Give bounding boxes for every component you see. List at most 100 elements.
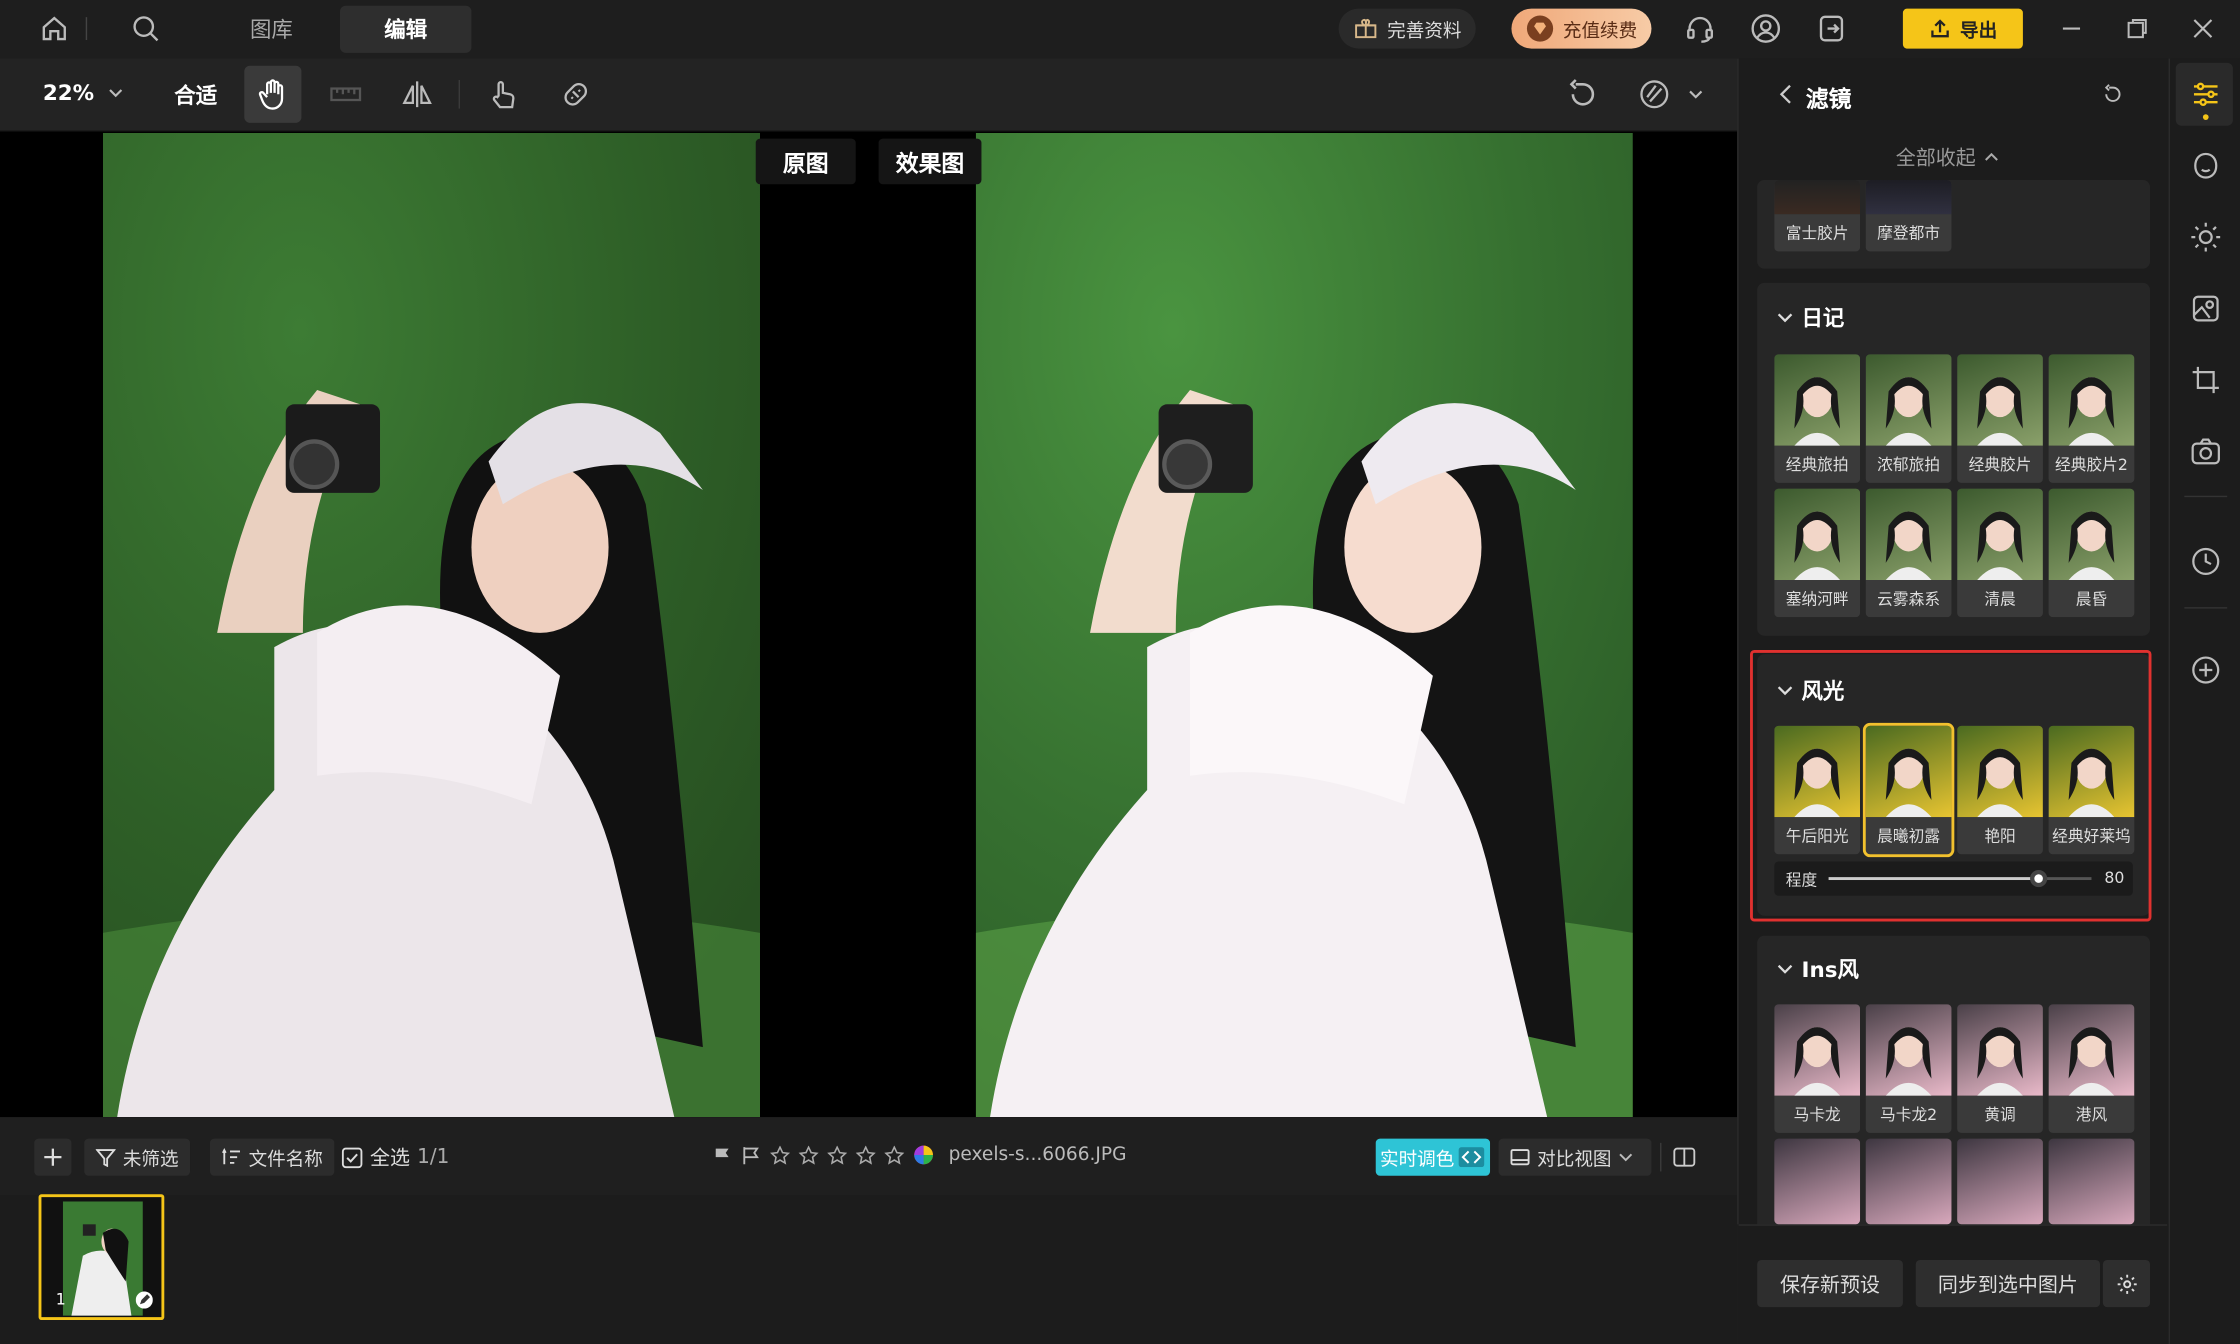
hand-tool-icon[interactable] [244,65,302,123]
minimize-icon[interactable] [2051,9,2091,49]
undo-icon[interactable] [1554,66,1611,123]
tab-edit[interactable]: 编辑 [340,5,472,53]
filter-thumbnail[interactable]: 浓郁旅拍 [1865,354,1952,483]
filter-thumbnail[interactable]: 马卡龙 [1774,1004,1861,1133]
back-chevron-icon[interactable] [1779,84,1793,104]
filter-button[interactable]: 未筛选 [84,1138,191,1176]
tab-gallery[interactable]: 图库 [214,6,328,53]
filter-thumbnail[interactable]: 塞纳河畔 [1774,488,1861,618]
filter-thumbnail-label: 经典胶片2 [2048,445,2135,483]
rating-bar [713,1144,934,1165]
reject-flag-icon[interactable] [741,1145,761,1165]
touch-icon[interactable] [474,66,531,123]
account-icon[interactable] [1746,9,1786,49]
search-icon[interactable] [126,9,166,49]
effect-label: 效果图 [878,138,982,185]
star-icon[interactable] [855,1145,876,1165]
filter-preview-image [1774,725,1861,818]
ins-header[interactable]: Ins风 [1777,954,1859,984]
collapse-all-button[interactable]: 全部收起 [1896,143,1999,172]
filter-preview-image [2048,488,2135,581]
select-all-checkbox[interactable]: 全选 1/1 [341,1143,449,1172]
flip-icon[interactable] [389,66,446,123]
save-preset-button[interactable]: 保存新预设 [1757,1260,1903,1308]
degree-slider-handle[interactable] [2030,870,2048,888]
layers-chevron-icon[interactable] [1689,87,1703,101]
sort-icon [222,1147,241,1165]
filter-item-fuji[interactable]: 富士胶片 [1774,180,1861,252]
degree-label: 程度 [1785,871,1818,891]
filter-preview-image [1865,725,1952,818]
history-icon[interactable] [2170,526,2240,597]
add-button[interactable] [34,1138,72,1176]
filter-thumbnail[interactable]: 经典胶片2 [2048,354,2135,483]
filter-thumbnail[interactable] [2048,1138,2135,1225]
star-icon[interactable] [770,1145,791,1165]
filter-preview-image [1957,488,2043,581]
filter-thumbnail[interactable] [1865,1138,1952,1225]
filter-thumbnail-label: 午后阳光 [1774,817,1861,855]
original-label: 原图 [755,138,856,185]
sync-button[interactable]: 同步到选中图片 [1915,1260,2101,1308]
reset-icon[interactable] [2101,83,2124,106]
sort-button[interactable]: 文件名称 [210,1138,335,1176]
chevron-down-icon [1777,313,1793,323]
add-tool-icon[interactable] [2170,634,2240,705]
filter-thumbnail[interactable]: 午后阳光 [1774,725,1861,855]
export-button[interactable]: 导出 [1902,8,2023,49]
filter-preview-image [1957,1004,2043,1096]
star-icon[interactable] [798,1145,819,1165]
filter-item-modern-city[interactable]: 摩登都市 [1865,180,1952,252]
filter-thumbnail[interactable]: 马卡龙2 [1865,1004,1952,1133]
filter-thumbnail[interactable]: 晨昏 [2048,488,2135,618]
filter-thumbnail[interactable]: 经典胶片 [1957,354,2043,483]
home-icon[interactable] [34,9,74,49]
filter-thumbnail[interactable]: 港风 [2048,1004,2135,1133]
zoom-select[interactable]: 22% [43,80,123,106]
realtime-toggle[interactable]: 实时调色 [1375,1138,1491,1176]
filter-thumbnail[interactable]: 黄调 [1957,1004,2043,1133]
filter-thumbnail[interactable]: 经典好莱坞 [2048,725,2135,855]
filter-thumbnail[interactable]: 晨曦初露 [1862,722,1955,858]
perfect-profile-button[interactable]: 完善资料 [1338,8,1476,49]
filter-preview-image [1865,488,1952,581]
filmstrip-thumbnail[interactable]: 1 [38,1194,165,1321]
flag-icon[interactable] [713,1145,733,1165]
sync-settings-button[interactable] [2102,1260,2151,1308]
filter-thumbnail[interactable] [1774,1138,1861,1225]
face-icon[interactable] [2170,130,2240,201]
layers-icon[interactable] [1626,66,1683,123]
filter-thumbnail[interactable]: 经典旅拍 [1774,354,1861,483]
star-icon[interactable] [827,1145,848,1165]
gear-icon [2116,1274,2136,1294]
close-icon[interactable] [2183,9,2223,49]
filter-thumbnail[interactable]: 艳阳 [1957,725,2043,855]
crop-icon[interactable] [2170,344,2240,415]
diamond-icon [1526,15,1554,42]
recharge-button[interactable]: 充值续费 [1511,8,1652,49]
compare-view-select[interactable]: 对比视图 [1498,1138,1652,1176]
ruler-icon[interactable] [317,66,374,123]
camera-icon[interactable] [2170,416,2240,487]
star-icon[interactable] [884,1145,905,1165]
filter-thumbnail[interactable]: 云雾森系 [1865,488,1952,618]
color-label-icon[interactable] [913,1144,934,1165]
filter-thumbnail-label: 晨曦初露 [1865,817,1952,855]
logout-icon[interactable] [1811,9,1851,49]
eraser-icon[interactable] [547,66,604,123]
headset-icon[interactable] [1680,9,1720,49]
image-adjust-icon[interactable] [2170,273,2240,344]
filter-thumbnail-label: 马卡龙2 [1865,1095,1952,1133]
fit-button[interactable]: 合适 [174,80,217,110]
diary-header[interactable]: 日记 [1777,303,1844,333]
scenery-header[interactable]: 风光 [1777,676,1844,706]
filter-thumbnail[interactable] [1957,1138,2043,1225]
filmstrip [0,1195,1738,1344]
split-view-icon[interactable] [1666,1139,1703,1176]
sun-icon[interactable] [2170,201,2240,272]
filter-thumbnail-label: 清晨 [1957,580,2043,618]
code-icon [1458,1147,1485,1168]
plus-icon [44,1148,62,1166]
filter-thumbnail[interactable]: 清晨 [1957,488,2043,618]
restore-icon[interactable] [2117,9,2157,49]
